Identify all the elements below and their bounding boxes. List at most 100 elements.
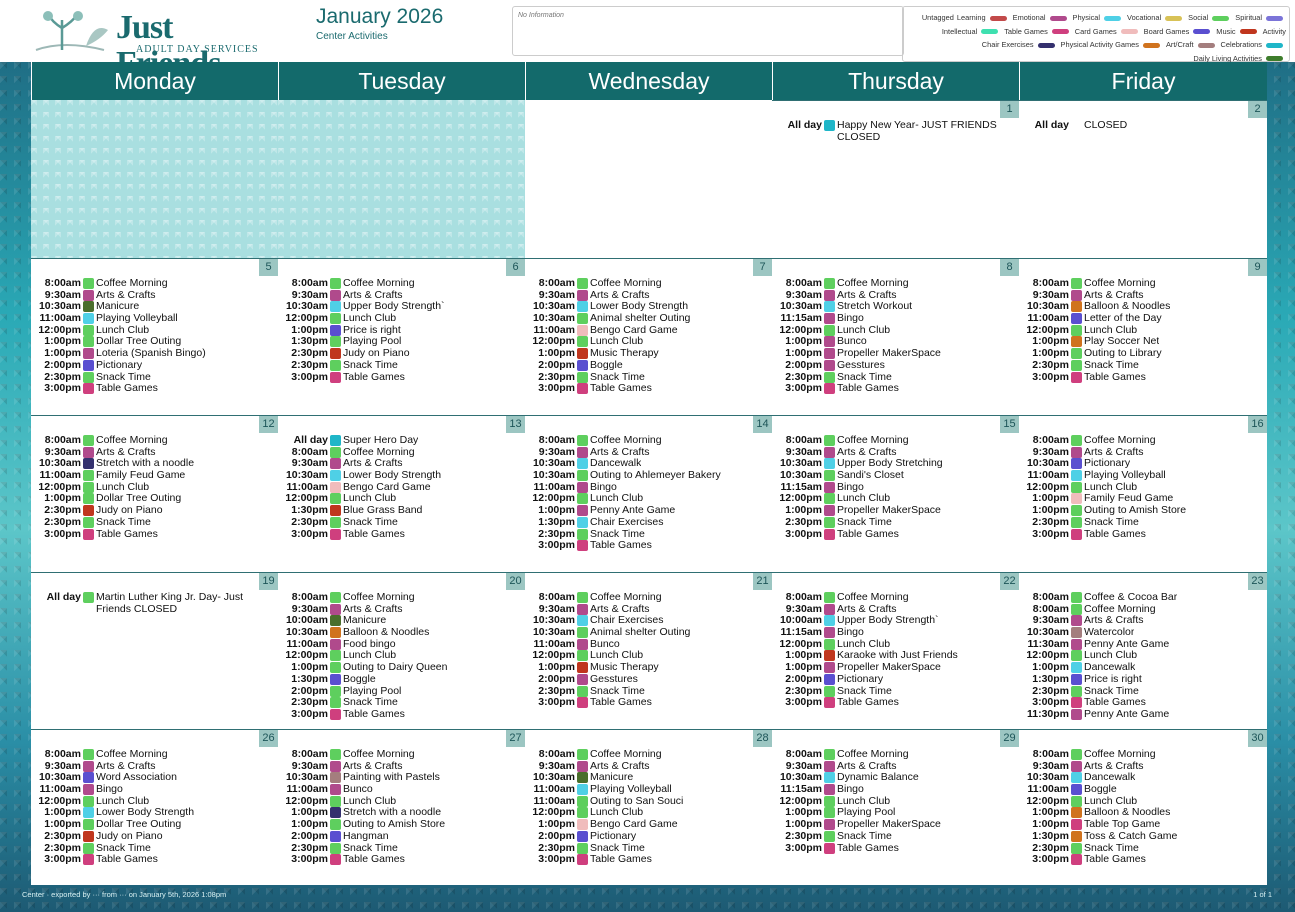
event-item[interactable]: 1:30pm Boggle	[278, 673, 525, 686]
event-item[interactable]: All day CLOSED	[1019, 119, 1267, 132]
event-item[interactable]: 2:30pm Snack Time	[31, 516, 278, 529]
event-item[interactable]: 3:00pm Table Games	[1019, 371, 1267, 384]
page-header: Just Friends ADULT DAY SERVICES January …	[0, 0, 1295, 82]
event-item[interactable]: 10:30am Outing to Ahlemeyer Bakery	[525, 469, 772, 482]
event-category-swatch	[824, 673, 835, 685]
event-item[interactable]: 11:00am Bunco	[278, 783, 525, 796]
event-item[interactable]: 8:00am Coffee Morning	[772, 748, 1019, 761]
event-item[interactable]: All day Super Hero Day	[278, 434, 525, 447]
event-item[interactable]: 3:00pm Table Games	[772, 382, 1019, 395]
event-item[interactable]: 1:30pm Price is right	[1019, 673, 1267, 686]
event-category-swatch	[824, 772, 835, 784]
event-name: Snack Time	[590, 528, 645, 540]
event-item[interactable]: 11:15am Bingo	[772, 312, 1019, 325]
event-item[interactable]: 8:00am Coffee Morning	[31, 434, 278, 447]
event-item[interactable]: 1:30pm Chair Exercises	[525, 516, 772, 529]
event-category-swatch	[1071, 336, 1082, 348]
event-item[interactable]: 2:00pm Pictionary	[772, 673, 1019, 686]
event-item[interactable]: 10:30am Animal shelter Outing	[525, 626, 772, 639]
event-item[interactable]: 8:00am Coffee Morning	[1019, 277, 1267, 290]
event-item[interactable]: 3:00pm Table Games	[278, 371, 525, 384]
event-category-swatch	[1071, 662, 1082, 674]
event-item[interactable]: 3:00pm Table Games	[31, 853, 278, 866]
event-item[interactable]: 2:30pm Snack Time	[1019, 516, 1267, 529]
event-item[interactable]: 10:30am Balloon & Noodles	[278, 626, 525, 639]
event-list: All day Happy New Year- JUST FRIENDS CLOS…	[772, 119, 1019, 143]
event-item[interactable]: 3:00pm Table Games	[772, 842, 1019, 855]
event-item[interactable]: 2:30pm Snack Time	[772, 830, 1019, 843]
event-item[interactable]: 3:00pm Table Games	[772, 528, 1019, 541]
event-item[interactable]: 3:00pm Table Games	[525, 853, 772, 866]
event-item[interactable]: 8:00am Coffee Morning	[278, 591, 525, 604]
event-name: Lunch Club	[837, 493, 891, 505]
event-item[interactable]: 8:00am Coffee Morning	[1019, 748, 1267, 761]
event-item[interactable]: 8:00am Coffee Morning	[525, 591, 772, 604]
event-item[interactable]: 8:00am Coffee Morning	[772, 434, 1019, 447]
event-category-swatch	[824, 278, 835, 289]
event-item[interactable]: All day Martin Luther King Jr. Day- Just …	[31, 591, 278, 615]
event-item[interactable]: 11:30pm Penny Ante Game	[1019, 708, 1267, 721]
event-item[interactable]: 11:00am Playing Volleyball	[525, 783, 772, 796]
event-name: Judy on Piano	[96, 830, 163, 842]
event-category-swatch	[824, 371, 835, 383]
event-item[interactable]: 3:00pm Table Games	[1019, 853, 1267, 866]
event-item[interactable]: 2:30pm Snack Time	[278, 359, 525, 372]
event-item[interactable]: 1:30pm Toss & Catch Game	[1019, 830, 1267, 843]
event-category-swatch	[83, 313, 94, 325]
event-name: Lunch Club	[1084, 324, 1138, 336]
event-item[interactable]: 8:00am Coffee Morning	[1019, 434, 1267, 447]
event-item[interactable]: 11:00am Playing Volleyball	[1019, 469, 1267, 482]
footer-page-count: 1 of 1	[1253, 890, 1272, 899]
event-name: Bingo	[837, 627, 864, 639]
event-item[interactable]: 3:00pm Table Games	[278, 528, 525, 541]
event-item[interactable]: 3:00pm Table Games	[1019, 528, 1267, 541]
event-item[interactable]: 3:00pm Table Games	[525, 382, 772, 395]
event-item[interactable]: 3:00pm Table Games	[525, 539, 772, 552]
event-item[interactable]: 11:00am Boggle	[1019, 783, 1267, 796]
event-item[interactable]: 10:30am Animal shelter Outing	[525, 312, 772, 325]
event-item[interactable]: 3:00pm Table Games	[31, 382, 278, 395]
event-item[interactable]: 2:30pm Snack Time	[1019, 359, 1267, 372]
event-item[interactable]: 3:00pm Table Games	[278, 853, 525, 866]
event-item[interactable]: 2:00pm Gesstures	[772, 359, 1019, 372]
event-item[interactable]: 10:30am Lower Body Strength	[278, 469, 525, 482]
event-item[interactable]: 2:00pm Gesstures	[525, 673, 772, 686]
event-item[interactable]: 10:30am Watercolor	[1019, 626, 1267, 639]
event-item[interactable]: All day Happy New Year- JUST FRIENDS CLOS…	[772, 119, 1019, 143]
event-item[interactable]: 11:15am Bingo	[772, 783, 1019, 796]
event-time: All day	[787, 119, 822, 131]
event-item[interactable]: 3:00pm Table Games	[525, 696, 772, 709]
event-item[interactable]: 2:00pm Pictionary	[31, 359, 278, 372]
event-item[interactable]: 10:30am Sandi's Closet	[772, 469, 1019, 482]
event-item[interactable]: 2:30pm Snack Time	[278, 516, 525, 529]
event-item[interactable]: 8:00am Coffee Morning	[525, 434, 772, 447]
date-number: 23	[1248, 573, 1267, 590]
event-item[interactable]: 11:00am Playing Volleyball	[31, 312, 278, 325]
calendar-month-title: January 2026	[316, 5, 444, 28]
event-name: Coffee Morning	[1084, 603, 1156, 615]
event-item[interactable]: 11:00am Bingo	[31, 783, 278, 796]
event-item[interactable]: 8:00am Coffee Morning	[772, 591, 1019, 604]
event-item[interactable]: 2:00pm Hangman	[278, 830, 525, 843]
event-item[interactable]: 2:30pm Judy on Piano	[31, 830, 278, 843]
event-item[interactable]: 8:00am Coffee Morning	[31, 277, 278, 290]
event-item[interactable]: 12:00pm Lunch Club	[278, 312, 525, 325]
event-item[interactable]: 3:00pm Table Games	[772, 696, 1019, 709]
event-item[interactable]: 2:30pm Snack Time	[772, 516, 1019, 529]
event-item[interactable]: 3:00pm Table Games	[31, 528, 278, 541]
event-item[interactable]: 8:00am Coffee Morning	[525, 748, 772, 761]
event-item[interactable]: 11:15am Bingo	[772, 626, 1019, 639]
event-item[interactable]: 3:00pm Table Games	[278, 708, 525, 721]
event-item[interactable]: 2:00pm Pictionary	[525, 830, 772, 843]
event-item[interactable]: 8:00am Coffee Morning	[31, 748, 278, 761]
event-time: 10:30am	[285, 469, 328, 482]
event-item[interactable]: 11:00am Family Feud Game	[31, 469, 278, 482]
event-item[interactable]: 8:00am Coffee Morning	[772, 277, 1019, 290]
event-name: Play Soccer Net	[1084, 336, 1160, 348]
event-item[interactable]: 8:00am Coffee & Cocoa Bar	[1019, 591, 1267, 604]
event-item[interactable]: 2:00pm Boggle	[525, 359, 772, 372]
event-item[interactable]: 8:00am Coffee Morning	[278, 277, 525, 290]
event-item[interactable]: 8:00am Coffee Morning	[525, 277, 772, 290]
event-item[interactable]: 8:00am Coffee Morning	[278, 748, 525, 761]
event-item[interactable]: 11:00am Letter of the Day	[1019, 312, 1267, 325]
